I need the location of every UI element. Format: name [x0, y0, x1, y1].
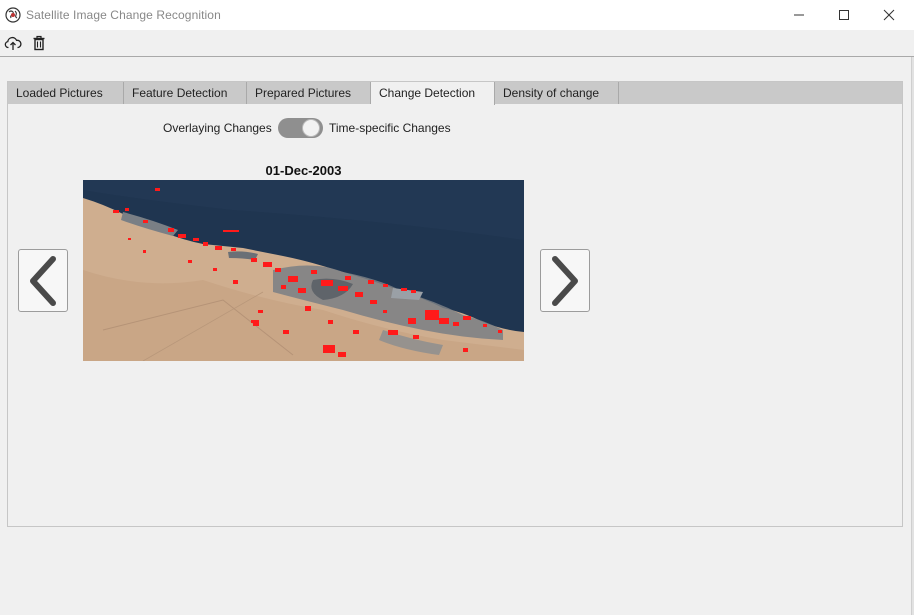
window-title: Satellite Image Change Recognition	[26, 8, 221, 22]
change-mode-toggle[interactable]	[278, 118, 323, 138]
satellite-change-image	[83, 180, 524, 361]
toolbar	[0, 30, 914, 57]
time-specific-changes-label: Time-specific Changes	[329, 121, 451, 135]
chevron-left-icon	[30, 255, 56, 306]
tab-prepared-pictures[interactable]: Prepared Pictures	[247, 82, 371, 104]
cloud-upload-icon[interactable]	[4, 34, 22, 52]
maximize-icon	[839, 10, 849, 20]
overlaying-changes-label: Overlaying Changes	[163, 121, 272, 135]
tab-change-detection[interactable]: Change Detection	[371, 82, 495, 105]
maximize-button[interactable]	[821, 0, 867, 30]
tab-loaded-pictures[interactable]: Loaded Pictures	[8, 82, 124, 104]
image-date-label: 01-Dec-2003	[265, 163, 342, 178]
minimize-button[interactable]	[776, 0, 822, 30]
tab-density-of-change[interactable]: Density of change	[495, 82, 619, 104]
toggle-knob	[302, 119, 320, 137]
previous-image-button[interactable]	[18, 249, 68, 312]
close-icon	[883, 9, 895, 21]
tab-pane: Loaded Pictures Feature Detection Prepar…	[7, 81, 903, 527]
app-window: Satellite Image Change Recognition Loade…	[0, 0, 914, 615]
close-button[interactable]	[866, 0, 912, 30]
minimize-icon	[794, 14, 804, 16]
title-bar: Satellite Image Change Recognition	[0, 0, 914, 30]
trash-icon[interactable]	[30, 34, 48, 52]
tab-bar: Loaded Pictures Feature Detection Prepar…	[8, 82, 902, 105]
tab-feature-detection[interactable]: Feature Detection	[124, 82, 247, 104]
chevron-right-icon	[552, 255, 578, 306]
next-image-button[interactable]	[540, 249, 590, 312]
globe-icon	[5, 7, 21, 23]
